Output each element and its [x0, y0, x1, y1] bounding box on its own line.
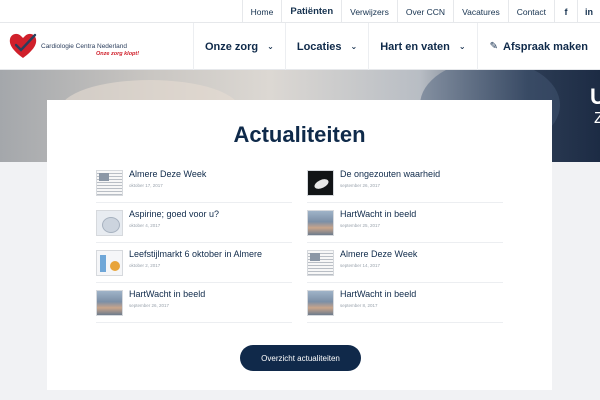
news-date: oktober 4, 2017 [129, 223, 161, 228]
hero-text-fragment: Z [594, 110, 600, 127]
main-nav: Onze zorg ⌄ Locaties ⌄ Hart en vaten ⌄ ✎… [192, 23, 600, 70]
news-item[interactable]: Almere Deze Week september 14, 2017 [307, 243, 503, 283]
news-date: september 8, 2017 [340, 303, 378, 308]
news-thumbnail[interactable] [307, 210, 334, 236]
nav-link-contact[interactable]: Contact [507, 0, 554, 23]
menu-label: Onze zorg [204, 40, 259, 53]
news-date: oktober 2, 2017 [129, 263, 161, 268]
nav-link-patienten[interactable]: Patiënten [281, 0, 341, 23]
news-item[interactable]: HartWacht in beeld september 8, 2017 [307, 283, 503, 323]
top-utility-bar: Home Patiënten Verwijzers Over CCN Vacat… [0, 0, 600, 23]
menu-label: Hart en vaten [380, 40, 450, 53]
nav-link-vacatures[interactable]: Vacatures [453, 0, 508, 23]
news-title[interactable]: De ongezouten waarheid [340, 169, 440, 179]
news-item[interactable]: De ongezouten waarheid september 26, 201… [307, 163, 503, 203]
news-item[interactable]: HartWacht in beeld september 25, 2017 [307, 203, 503, 243]
news-thumbnail[interactable] [96, 290, 123, 316]
news-thumbnail[interactable] [307, 290, 334, 316]
news-thumbnail[interactable] [96, 250, 123, 276]
nav-link-home[interactable]: Home [241, 0, 282, 23]
news-thumbnail[interactable] [96, 210, 123, 236]
news-list: Almere Deze Week oktober 17, 2017 De ong… [96, 163, 503, 323]
linkedin-icon[interactable]: in [577, 0, 600, 23]
cta-label: Afspraak maken [503, 40, 588, 53]
news-date: september 26, 2017 [340, 183, 381, 188]
afspraak-maken-button[interactable]: ✎ Afspraak maken [476, 23, 600, 70]
news-title[interactable]: HartWacht in beeld [340, 209, 416, 219]
logo[interactable]: Cardiologie Centra Nederland Onze zorg k… [8, 32, 143, 62]
news-date: oktober 17, 2017 [129, 183, 163, 188]
news-date: september 14, 2017 [340, 263, 381, 268]
menu-onze-zorg[interactable]: Onze zorg ⌄ [192, 23, 285, 70]
news-title[interactable]: Aspirine; goed voor u? [129, 209, 219, 219]
overzicht-actualiteiten-button[interactable]: Overzicht actualiteiten [240, 345, 361, 371]
news-thumbnail[interactable] [96, 170, 123, 196]
news-title[interactable]: HartWacht in beeld [129, 289, 205, 299]
news-title[interactable]: Leefstijlmarkt 6 oktober in Almere [129, 249, 262, 259]
news-thumbnail[interactable] [307, 250, 334, 276]
news-item[interactable]: HartWacht in beeld september 26, 2017 [96, 283, 292, 323]
news-title[interactable]: Almere Deze Week [129, 169, 206, 179]
logo-name: Cardiologie Centra Nederland [41, 43, 127, 50]
hero-text-fragment: U [590, 84, 600, 109]
news-date: september 25, 2017 [340, 223, 381, 228]
news-card: Actualiteiten Almere Deze Week oktober 1… [47, 100, 552, 390]
section-title: Actualiteiten [233, 122, 366, 147]
news-item[interactable]: Aspirine; goed voor u? oktober 4, 2017 [96, 203, 292, 243]
main-header: Cardiologie Centra Nederland Onze zorg k… [0, 23, 600, 70]
logo-slogan: Onze zorg klopt! [96, 51, 140, 57]
nav-link-verwijzers[interactable]: Verwijzers [341, 0, 397, 23]
chevron-down-icon: ⌄ [267, 42, 274, 51]
menu-label: Locaties [296, 40, 342, 53]
news-thumbnail[interactable] [307, 170, 334, 196]
heart-check-icon [9, 33, 37, 58]
nav-link-over-ccn[interactable]: Over CCN [396, 0, 453, 23]
menu-hart-en-vaten[interactable]: Hart en vaten ⌄ [368, 23, 476, 70]
pencil-square-icon: ✎ [489, 41, 498, 52]
news-title[interactable]: Almere Deze Week [340, 249, 417, 259]
news-date: september 26, 2017 [129, 303, 170, 308]
news-item[interactable]: Almere Deze Week oktober 17, 2017 [96, 163, 292, 203]
chevron-down-icon: ⌄ [350, 42, 358, 51]
news-title[interactable]: HartWacht in beeld [340, 289, 416, 299]
menu-locaties[interactable]: Locaties ⌄ [284, 23, 368, 70]
utility-nav: Home Patiënten Verwijzers Over CCN Vacat… [241, 0, 600, 23]
news-item[interactable]: Leefstijlmarkt 6 oktober in Almere oktob… [96, 243, 292, 283]
facebook-icon[interactable]: f [554, 0, 577, 23]
chevron-down-icon: ⌄ [458, 42, 466, 51]
